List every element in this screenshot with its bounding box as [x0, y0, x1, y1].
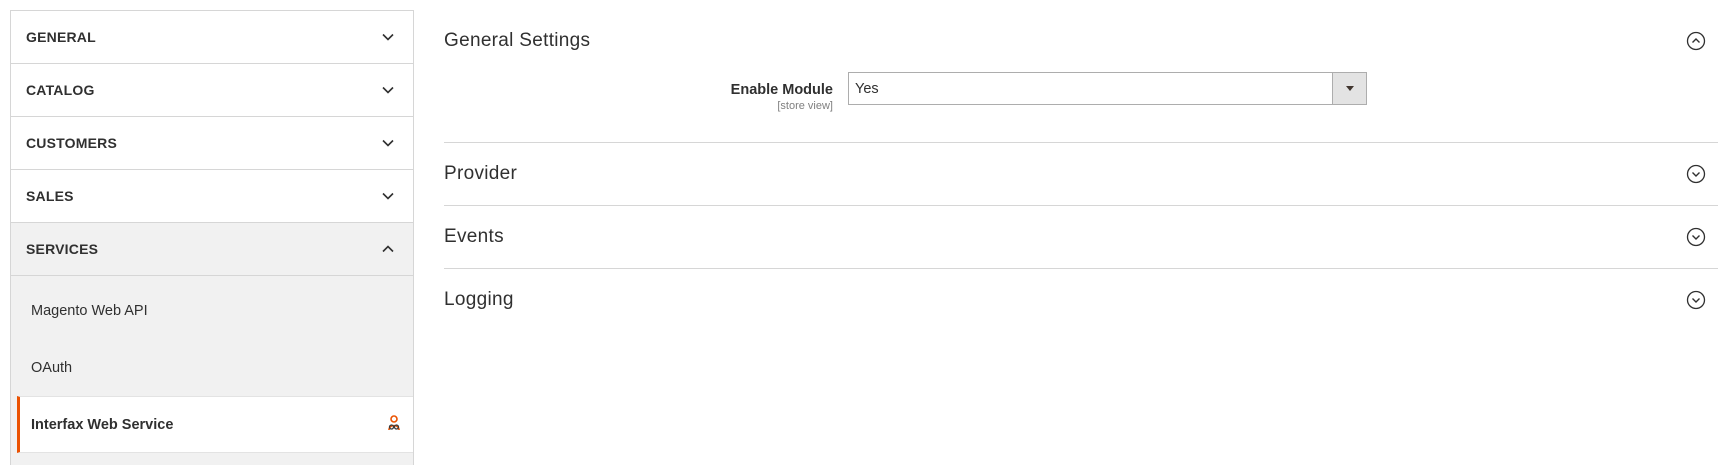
group-title: General Settings	[444, 30, 591, 51]
sidebar-item-label: OAuth	[31, 359, 73, 376]
group-events: Events	[444, 206, 1718, 269]
sidebar-section-title: GENERAL	[26, 29, 96, 45]
field-enable-module: Enable Module [store view] Yes	[444, 72, 1718, 142]
chevron-up-icon	[381, 242, 395, 256]
group-header-provider[interactable]: Provider	[444, 143, 1718, 205]
sidebar-section-title: SERVICES	[26, 241, 99, 257]
submenu-spacer	[11, 453, 413, 465]
sidebar-item-magento-web-api[interactable]: Magento Web API	[11, 282, 413, 339]
sidebar-item-oauth[interactable]: OAuth	[11, 339, 413, 396]
field-label-wrap: Enable Module [store view]	[444, 72, 848, 112]
services-submenu: Magento Web API OAuth Interfax Web Servi…	[11, 276, 413, 465]
group-logging: Logging	[444, 269, 1718, 331]
sidebar-item-interfax-web-service[interactable]: Interfax Web Service	[17, 396, 413, 453]
expand-circle-icon[interactable]	[1686, 164, 1706, 184]
group-title: Events	[444, 226, 504, 247]
sidebar-item-label: Interfax Web Service	[31, 416, 174, 433]
sidebar-section-customers[interactable]: CUSTOMERS	[11, 117, 413, 170]
config-page: GENERAL CATALOG CUSTOMERS SALES SERVICES	[0, 0, 1727, 465]
caret-down-icon	[1345, 86, 1354, 91]
sidebar-section-sales[interactable]: SALES	[11, 170, 413, 223]
sidebar-section-title: CATALOG	[26, 82, 95, 98]
enable-module-select-value: Yes	[855, 80, 879, 97]
sidebar-item-label: Magento Web API	[31, 302, 148, 319]
group-general-settings: General Settings Enable Module [store vi…	[444, 0, 1718, 143]
group-header-events[interactable]: Events	[444, 206, 1718, 268]
sidebar-section-services[interactable]: SERVICES	[11, 223, 413, 276]
group-title: Provider	[444, 163, 518, 184]
sidebar-section-title: SALES	[26, 188, 74, 204]
enable-module-select[interactable]: Yes	[848, 72, 1367, 105]
expand-circle-icon[interactable]	[1686, 227, 1706, 247]
config-main: General Settings Enable Module [store vi…	[444, 0, 1718, 465]
group-provider: Provider	[444, 143, 1718, 206]
sidebar-section-general[interactable]: GENERAL	[11, 11, 413, 64]
sidebar-section-catalog[interactable]: CATALOG	[11, 64, 413, 117]
dropdown-arrow-button[interactable]	[1332, 73, 1366, 104]
chevron-down-icon	[381, 136, 395, 150]
enable-module-label: Enable Module	[730, 82, 833, 98]
scope-label: [store view]	[777, 100, 833, 112]
group-title: Logging	[444, 289, 514, 310]
chevron-down-icon	[381, 30, 395, 44]
interfax-logo-icon	[385, 414, 403, 436]
chevron-down-icon	[381, 83, 395, 97]
sidebar-section-title: CUSTOMERS	[26, 135, 117, 151]
collapse-circle-icon[interactable]	[1686, 31, 1706, 51]
group-header-logging[interactable]: Logging	[444, 269, 1718, 331]
chevron-down-icon	[381, 189, 395, 203]
expand-circle-icon[interactable]	[1686, 290, 1706, 310]
config-sidebar: GENERAL CATALOG CUSTOMERS SALES SERVICES	[10, 10, 414, 465]
group-header-general-settings[interactable]: General Settings	[444, 0, 1718, 82]
